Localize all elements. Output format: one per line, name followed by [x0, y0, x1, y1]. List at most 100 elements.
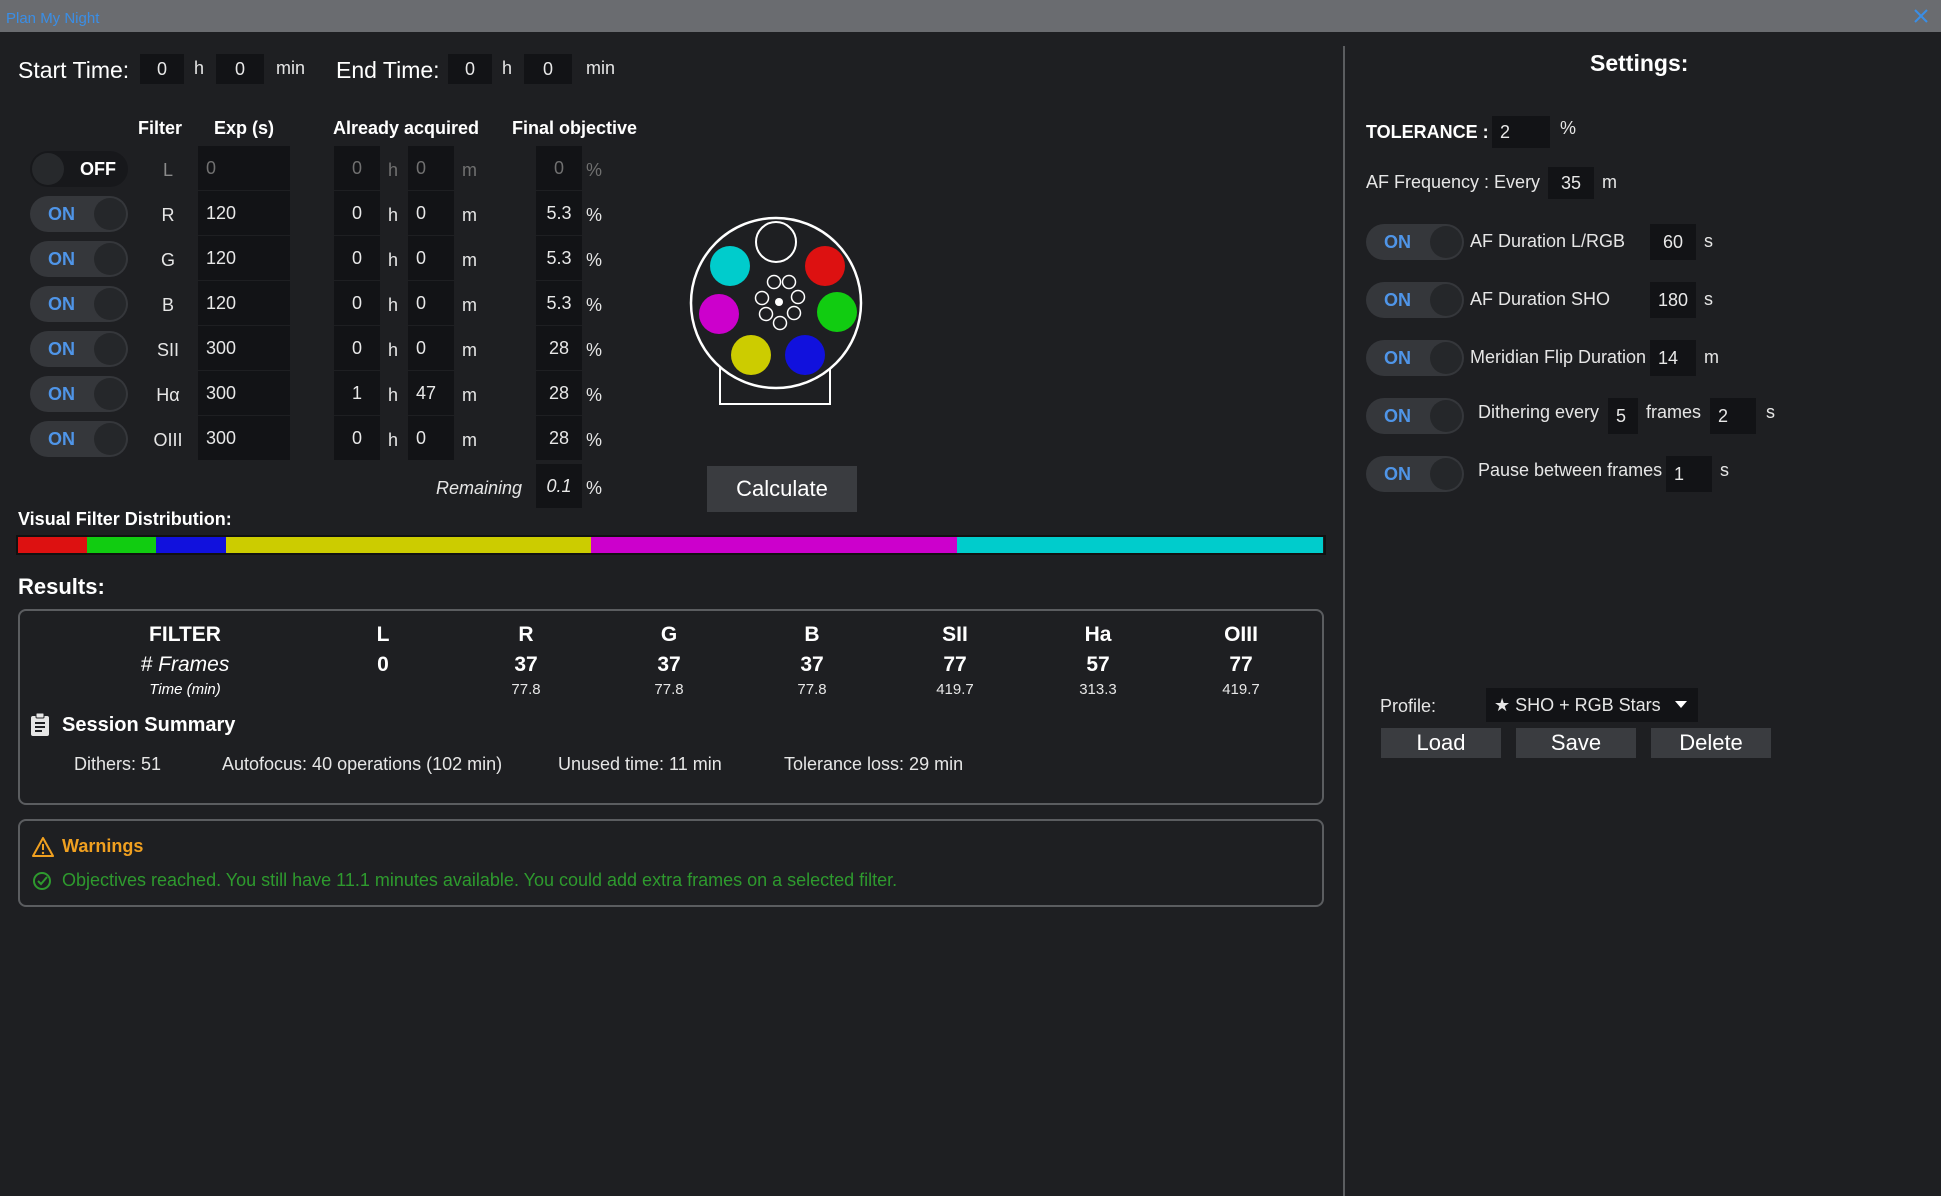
af-lrgb-input[interactable]: 60 — [1650, 224, 1696, 260]
minutes-unit: m — [462, 385, 477, 405]
acquired-minutes-input[interactable]: 0 — [408, 236, 454, 280]
exposure-input[interactable]: 120 — [198, 191, 290, 235]
profile-select[interactable]: ★ SHO + RGB Stars — [1486, 688, 1698, 722]
minutes-unit: m — [462, 160, 477, 180]
distribution-label: Visual Filter Distribution: — [18, 509, 232, 529]
toggle-knob — [94, 333, 126, 365]
toggle-knob — [94, 198, 126, 230]
warning-message: Objectives reached. You still have 11.1 … — [62, 870, 898, 890]
acquired-minutes-input[interactable]: 0 — [408, 326, 454, 370]
filter-toggle-l[interactable]: OFF — [30, 151, 128, 187]
filter-toggle-sii[interactable]: ON — [30, 331, 128, 367]
acquired-hours-input[interactable]: 0 — [334, 191, 380, 235]
result-filter-name: R — [518, 623, 534, 646]
toggle-state: ON — [48, 384, 75, 404]
acquired-hours-input[interactable]: 1 — [334, 371, 380, 415]
pause-toggle[interactable]: ON — [1366, 456, 1464, 492]
warnings-panel: Warnings Objectives reached. You still h… — [18, 819, 1324, 907]
result-filter-name: Ha — [1084, 623, 1112, 646]
end-minute-input[interactable]: 0 — [524, 54, 572, 84]
close-icon[interactable] — [1911, 6, 1931, 26]
acquired-hours-input[interactable]: 0 — [334, 416, 380, 460]
af-sho-label: AF Duration SHO — [1470, 289, 1611, 309]
filter-name: L — [162, 160, 173, 180]
af-lrgb-unit: s — [1704, 231, 1713, 251]
calculate-button[interactable]: Calculate — [707, 466, 857, 512]
clipboard-icon — [31, 713, 49, 736]
acquired-hours-input[interactable]: 0 — [334, 326, 380, 370]
objective-input[interactable]: 28 — [536, 371, 582, 415]
af-frequency-input[interactable]: 35 — [1548, 167, 1594, 199]
dithering-frames-input[interactable]: 5 — [1608, 398, 1638, 434]
result-frames: 37 — [657, 653, 681, 676]
title-bar: Plan My Night — [0, 0, 1941, 32]
acquired-minutes-input[interactable]: 0 — [408, 191, 454, 235]
filter-toggle-ha[interactable]: ON — [30, 376, 128, 412]
af-lrgb-toggle[interactable]: ON — [1366, 224, 1464, 260]
main-area: Start Time: 0 h 0 min End Time: 0 h 0 mi… — [4, 32, 1941, 1196]
exposure-input[interactable]: 300 — [198, 371, 290, 415]
acquired-minutes-input[interactable]: 0 — [408, 146, 454, 190]
objective-input[interactable]: 28 — [536, 326, 582, 370]
objective-input[interactable]: 0 — [536, 146, 582, 190]
exposure-input[interactable]: 300 — [198, 326, 290, 370]
meridian-toggle[interactable]: ON — [1366, 340, 1464, 376]
result-column: R 37 77.8 — [466, 623, 586, 698]
filter-toggle-oiii[interactable]: ON — [30, 421, 128, 457]
objective-input[interactable]: 28 — [536, 416, 582, 460]
tolerance-input[interactable]: 2 — [1492, 116, 1550, 148]
result-time: 77.8 — [654, 681, 684, 698]
time-label: Time (min) — [149, 681, 221, 698]
objective-input[interactable]: 5.3 — [536, 236, 582, 280]
dithering-seconds-input[interactable]: 2 — [1710, 398, 1756, 434]
objective-input[interactable]: 5.3 — [536, 281, 582, 325]
pause-label: Pause between frames — [1478, 460, 1663, 480]
meridian-input[interactable]: 14 — [1650, 340, 1696, 376]
acquired-hours-input[interactable]: 0 — [334, 146, 380, 190]
load-button[interactable]: Load — [1381, 728, 1501, 758]
dithering-unit: s — [1766, 402, 1775, 422]
filter-toggle-g[interactable]: ON — [30, 241, 128, 277]
acquired-hours-input[interactable]: 0 — [334, 236, 380, 280]
result-time: 419.7 — [1222, 681, 1260, 698]
wheel-center-dot — [775, 298, 783, 306]
start-minute-input[interactable]: 0 — [216, 54, 264, 84]
exposure-input[interactable]: 300 — [198, 416, 290, 460]
start-hour-input[interactable]: 0 — [140, 54, 184, 84]
distribution-segment — [591, 537, 957, 553]
exposure-input[interactable]: 0 — [198, 146, 290, 190]
result-time: 77.8 — [511, 681, 541, 698]
start-minute-unit: min — [276, 58, 306, 78]
exposure-input[interactable]: 120 — [198, 236, 290, 280]
af-sho-input[interactable]: 180 — [1650, 282, 1696, 318]
toggle-state: ON — [48, 249, 75, 269]
acquired-minutes-input[interactable]: 47 — [408, 371, 454, 415]
acquired-hours-input[interactable]: 0 — [334, 281, 380, 325]
frames-label: # Frames — [140, 653, 230, 676]
distribution-segment — [18, 537, 88, 553]
remaining-value: 0.1 — [536, 464, 582, 508]
hours-unit: h — [388, 385, 399, 405]
exposure-input[interactable]: 120 — [198, 281, 290, 325]
acquired-minutes-input[interactable]: 0 — [408, 281, 454, 325]
end-hour-input[interactable]: 0 — [448, 54, 492, 84]
percent-unit: % — [586, 160, 603, 180]
toggle-knob — [94, 378, 126, 410]
dithering-toggle[interactable]: ON — [1366, 398, 1464, 434]
toggle-knob — [94, 243, 126, 275]
result-time: 313.3 — [1079, 681, 1117, 698]
pause-input[interactable]: 1 — [1666, 456, 1712, 492]
delete-button[interactable]: Delete — [1651, 728, 1771, 758]
af-sho-toggle[interactable]: ON — [1366, 282, 1464, 318]
result-frames: 77 — [1229, 653, 1253, 676]
toggle-state: ON — [1384, 232, 1411, 252]
filter-toggle-r[interactable]: ON — [30, 196, 128, 232]
acquired-minutes-input[interactable]: 0 — [408, 416, 454, 460]
filter-toggle-b[interactable]: ON — [30, 286, 128, 322]
objective-input[interactable]: 5.3 — [536, 191, 582, 235]
save-button[interactable]: Save — [1516, 728, 1636, 758]
minutes-unit: m — [462, 295, 477, 315]
toggle-state: ON — [1384, 290, 1411, 310]
filter-slot-oiii — [710, 246, 750, 286]
results-panel: FILTER # Frames Time (min) L 0 R 37 77.8… — [18, 609, 1324, 805]
